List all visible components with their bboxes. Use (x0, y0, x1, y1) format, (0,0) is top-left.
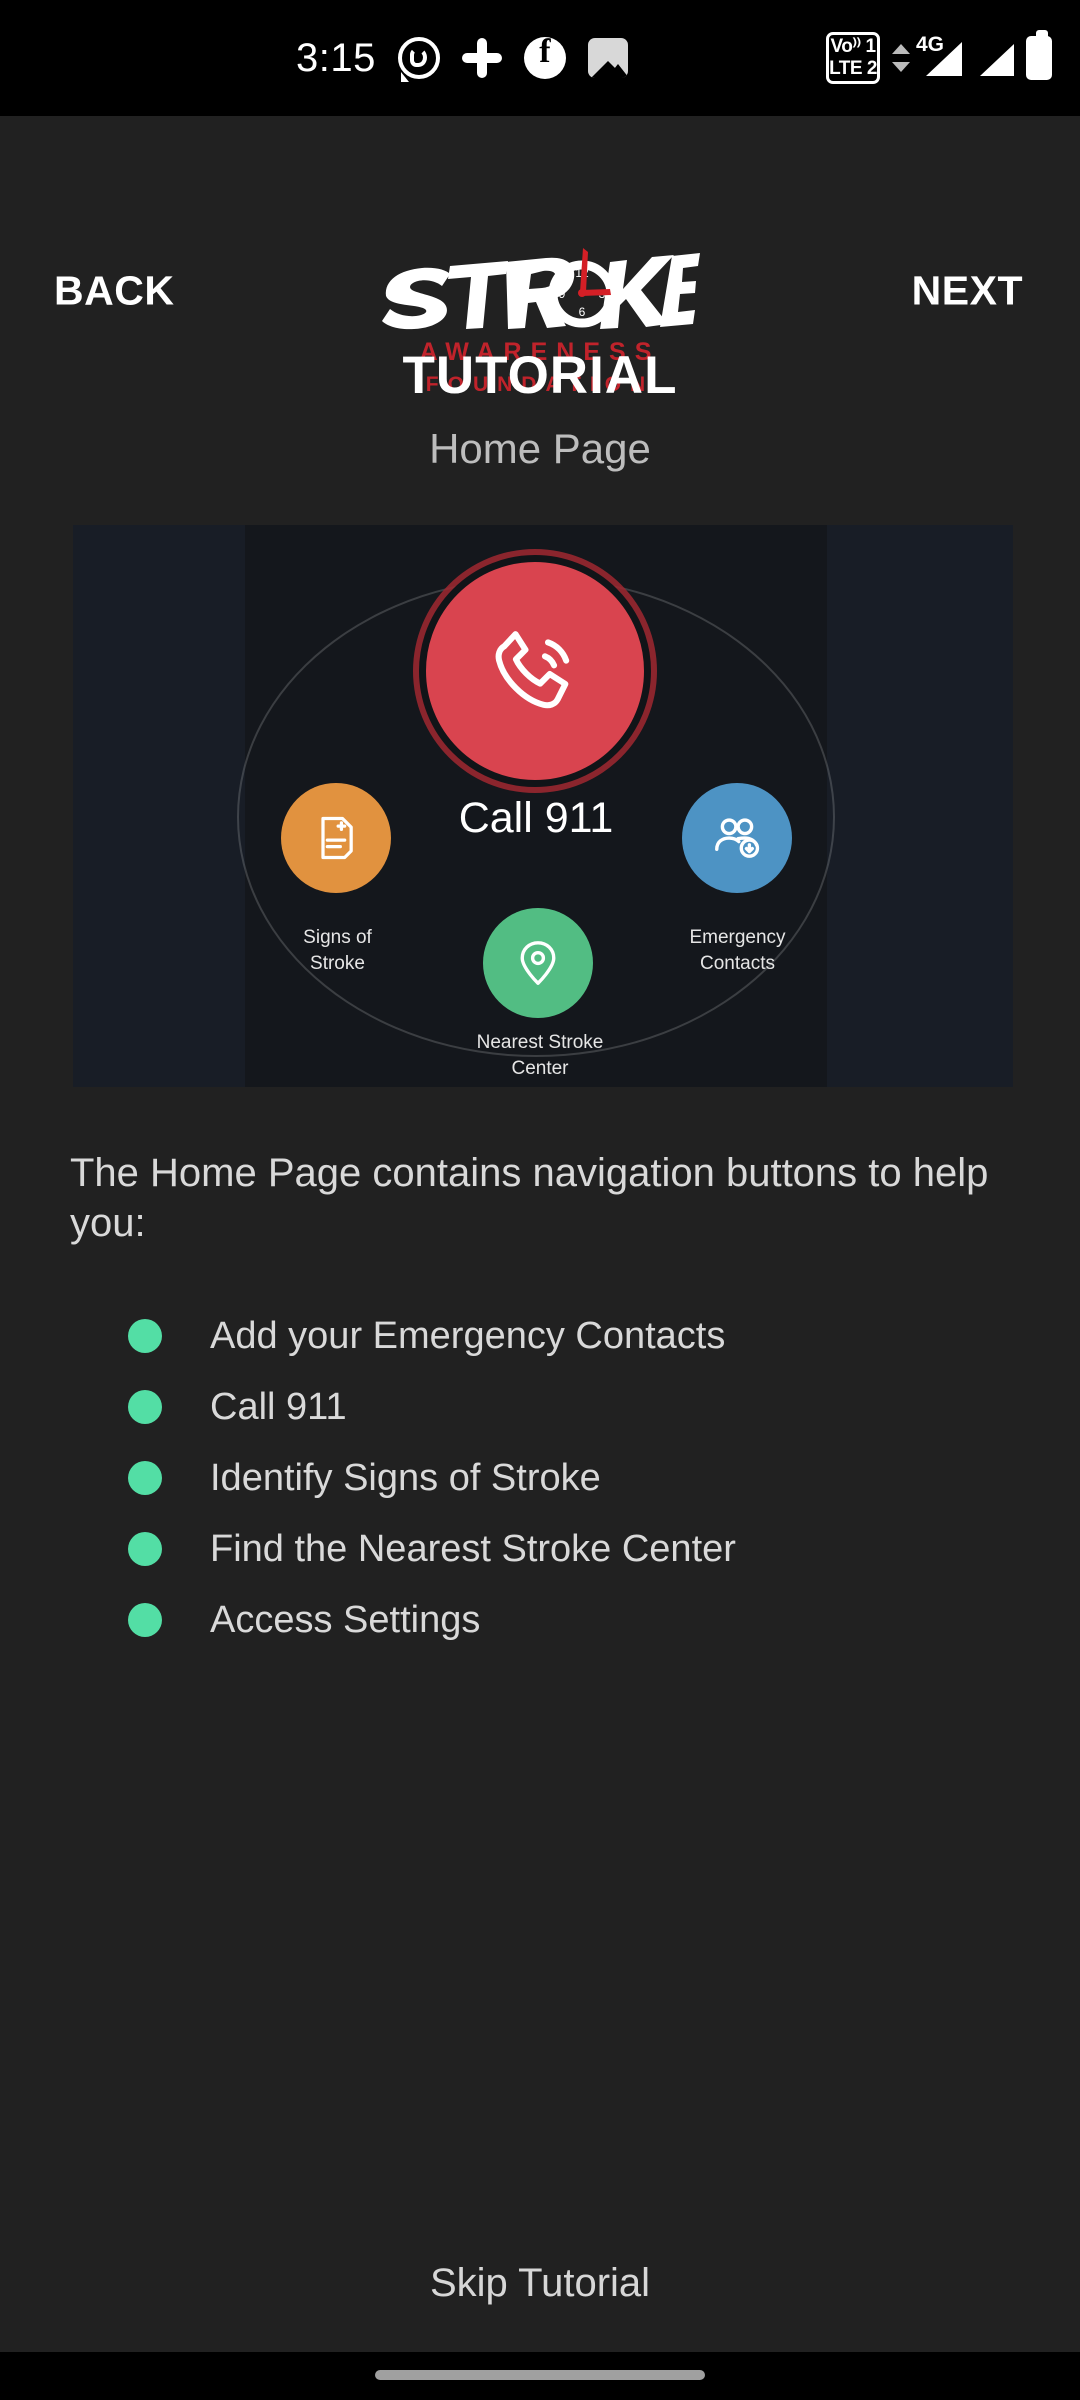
app-screen: 3:15 Vo⁾⁾ 1 LTE 2 4G BACK NEXT (0, 0, 1080, 2400)
back-button[interactable]: BACK (54, 268, 174, 315)
volte-icon: Vo⁾⁾ 1 LTE 2 (826, 32, 880, 84)
status-bar-left: 3:15 (296, 0, 628, 116)
page-subtitle: Home Page (429, 425, 651, 472)
status-bar-right: Vo⁾⁾ 1 LTE 2 4G (826, 0, 1052, 116)
signal-icon (974, 37, 1014, 79)
signs-of-stroke-button-preview (281, 783, 391, 893)
contacts-label-line-1: Emergency (689, 927, 786, 948)
app-header: BACK NEXT 6 9 AWARENESS FOUNDATION (0, 116, 1080, 396)
medical-document-icon (321, 816, 353, 860)
center-label-line-1: Nearest Stroke (476, 1032, 604, 1053)
list-item: Access Settings (128, 1584, 1028, 1655)
phone-call-icon (495, 631, 570, 709)
page-title: TUTORIAL (402, 346, 678, 405)
signs-label-line-1: Signs of (303, 927, 372, 948)
bullet-dot-icon (128, 1389, 162, 1424)
tutorial-preview-inner: Call 911 Signs of Stroke Emergency Conta… (237, 525, 835, 1087)
status-bar: 3:15 Vo⁾⁾ 1 LTE 2 4G (0, 0, 1080, 116)
skip-tutorial-button[interactable]: Skip Tutorial (0, 2261, 1080, 2306)
list-item-label: Access Settings (210, 1598, 481, 1641)
nearest-stroke-center-label: Nearest Stroke Center (440, 1030, 640, 1082)
next-button[interactable]: NEXT (912, 268, 1023, 315)
list-item-label: Find the Nearest Stroke Center (210, 1527, 736, 1570)
call-911-button-preview (419, 555, 651, 787)
system-navigation-bar (0, 2352, 1080, 2400)
add-contacts-icon (715, 818, 760, 858)
list-item-label: Identify Signs of Stroke (210, 1456, 601, 1499)
home-indicator[interactable] (375, 2370, 705, 2380)
list-item: Find the Nearest Stroke Center (128, 1513, 1028, 1584)
nearest-stroke-center-button-preview (483, 908, 593, 1018)
photos-icon (587, 38, 628, 78)
battery-icon (1026, 30, 1052, 80)
contacts-label-line-2: Contacts (700, 953, 775, 974)
map-pin-icon (520, 941, 556, 985)
volte-line-1: Vo⁾⁾ 1 (830, 36, 876, 57)
tutorial-intro-text: The Home Page contains navigation button… (70, 1151, 989, 1245)
tutorial-bullet-list: Add your Emergency Contacts Call 911 Ide… (128, 1300, 1028, 1655)
bullet-dot-icon (128, 1318, 162, 1353)
logo-svg: 12 3 6 9 (382, 248, 700, 330)
list-item-label: Add your Emergency Contacts (210, 1314, 726, 1357)
list-item-label: Call 911 (210, 1385, 347, 1428)
tutorial-preview-image: Call 911 Signs of Stroke Emergency Conta… (73, 525, 1013, 1087)
bullet-dot-icon (128, 1460, 162, 1495)
status-clock: 3:15 (296, 35, 376, 80)
signs-label-line-2: Stroke (310, 953, 365, 974)
svg-text:6: 6 (579, 305, 586, 319)
list-item: Identify Signs of Stroke (128, 1442, 1028, 1513)
home-page-screenshot: Call 911 Signs of Stroke Emergency Conta… (237, 525, 835, 1087)
list-item: Add your Emergency Contacts (128, 1300, 1028, 1371)
list-item: Call 911 (128, 1371, 1028, 1442)
center-label-line-2: Center (511, 1058, 569, 1079)
data-transfer-icon (892, 38, 910, 78)
whatsapp-icon (397, 37, 440, 82)
facebook-icon (523, 33, 566, 79)
svg-text:9: 9 (559, 287, 566, 301)
logo-wordmark: 12 3 6 9 (350, 244, 730, 336)
slack-icon (461, 38, 502, 78)
volte-line-2: LTE 2 (829, 58, 877, 79)
bullet-dot-icon (128, 1602, 162, 1637)
signs-of-stroke-label: Signs of Stroke (255, 925, 420, 977)
bullet-dot-icon (128, 1531, 162, 1566)
emergency-contacts-label: Emergency Contacts (655, 925, 820, 977)
signal-4g-icon: 4G (916, 33, 962, 79)
emergency-contacts-button-preview (682, 783, 792, 893)
